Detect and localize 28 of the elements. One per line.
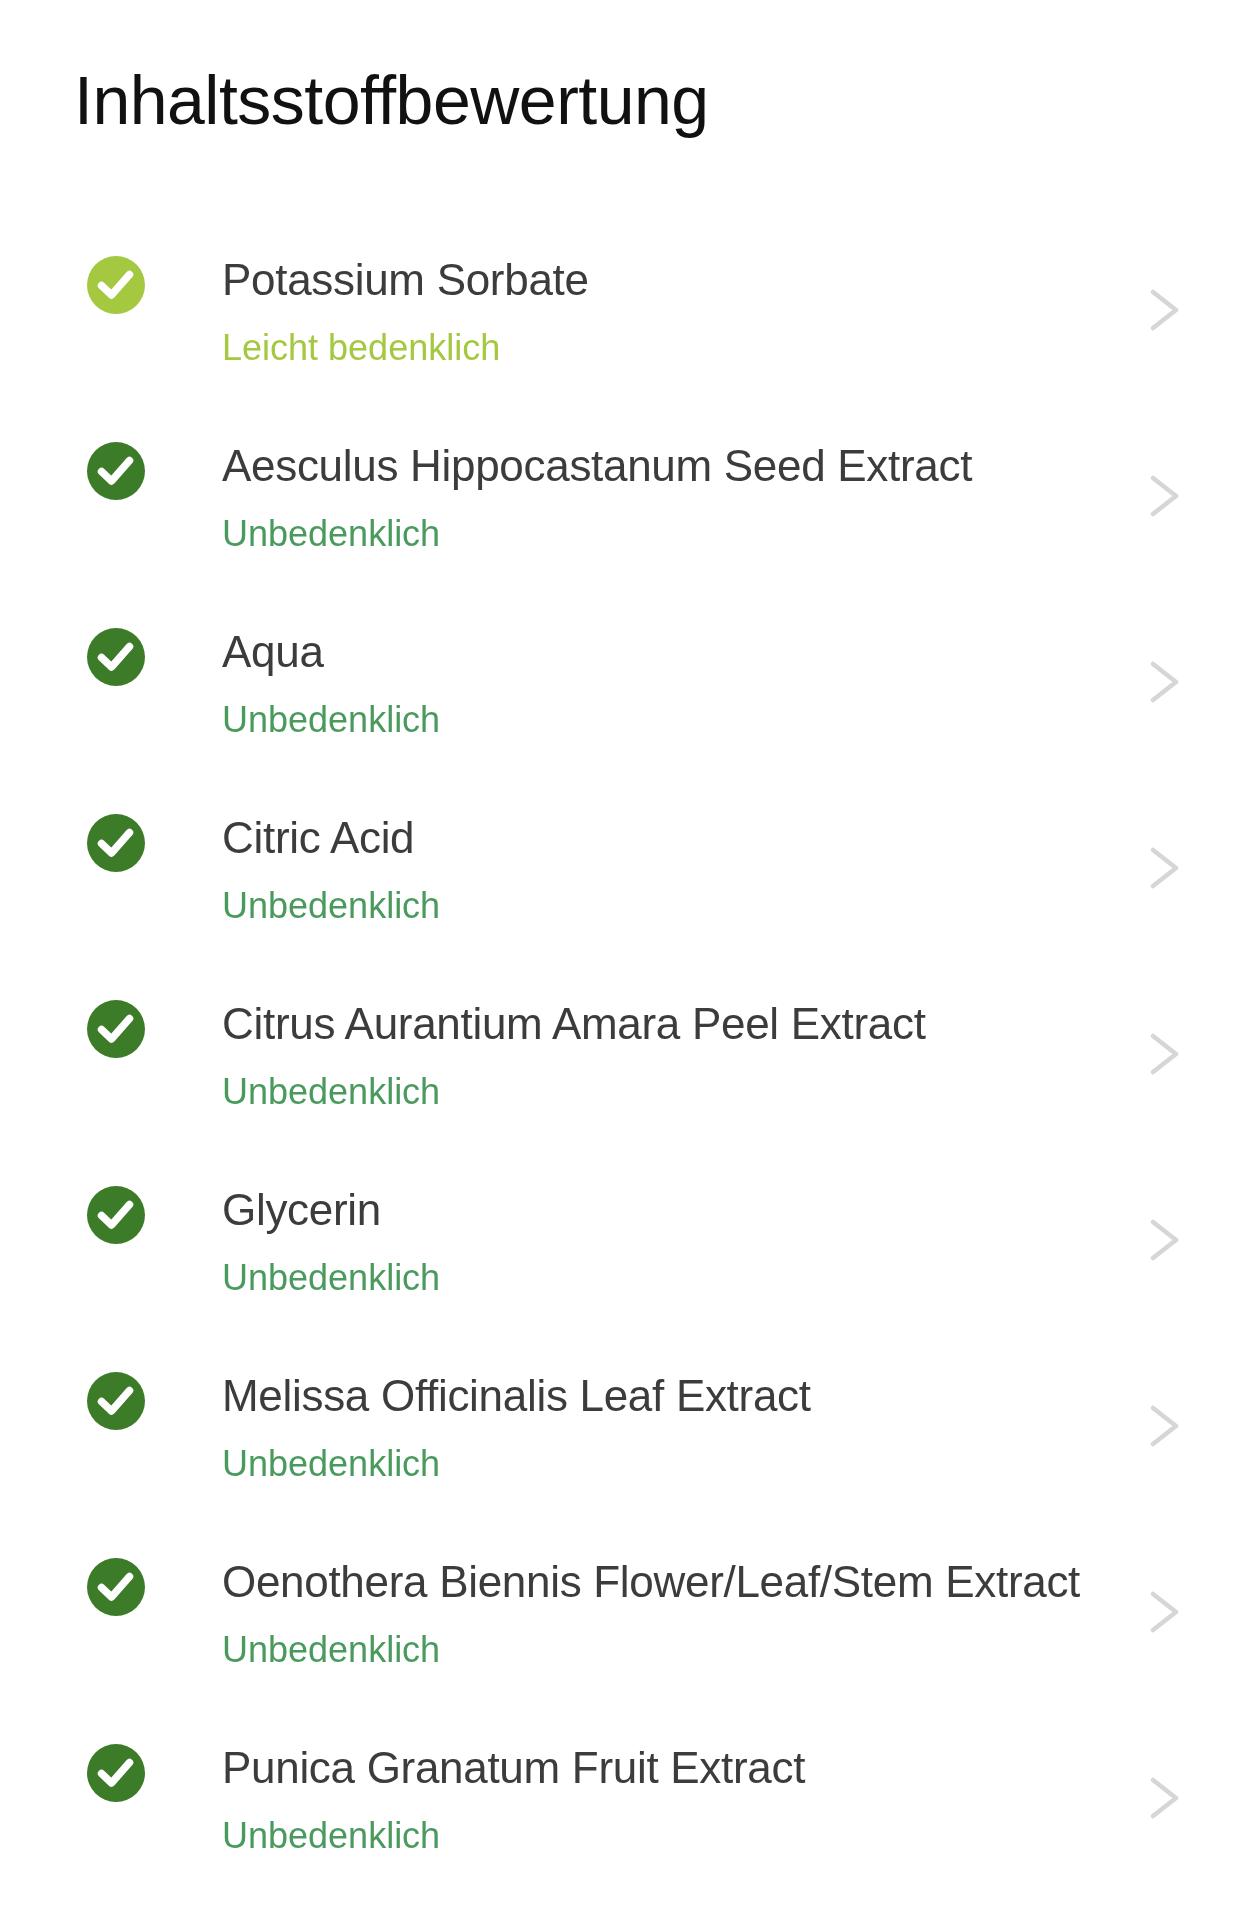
ingredient-name[interactable]: Aesculus Hippocastanum Seed Extract — [222, 440, 973, 492]
chevron-right-icon[interactable] — [1150, 1591, 1179, 1633]
ingredient-name[interactable]: Oenothera Biennis Flower/Leaf/Stem Extract — [222, 1556, 1081, 1608]
ingredient-name[interactable]: Glycerin — [222, 1184, 381, 1236]
ingredient-name[interactable]: Aqua — [222, 626, 324, 678]
ingredient-name[interactable]: Punica Granatum Fruit Extract — [222, 1742, 806, 1794]
ingredient-name[interactable]: Citrus Aurantium Amara Peel Extract — [222, 998, 926, 1050]
rating-label: Unbedenklich — [222, 884, 441, 928]
chevron-right-icon[interactable] — [1150, 1405, 1179, 1447]
rating-label: Unbedenklich — [222, 512, 441, 556]
chevron-right-icon[interactable] — [1150, 1219, 1179, 1261]
rating-label: Unbedenklich — [222, 1070, 441, 1114]
ingredient-name[interactable]: Citric Acid — [222, 812, 415, 864]
ingredient-name[interactable]: Potassium Sorbate — [222, 254, 589, 306]
rating-label: Unbedenklich — [222, 1628, 441, 1672]
page-title: Inhaltsstoffbewertung — [74, 61, 709, 140]
rating-label: Unbedenklich — [222, 698, 441, 742]
ingredient-name[interactable]: Melissa Officinalis Leaf Extract — [222, 1370, 811, 1422]
chevron-right-icon[interactable] — [1150, 475, 1179, 517]
rating-label: Leicht bedenklich — [222, 326, 501, 370]
chevron-right-icon[interactable] — [1150, 1033, 1179, 1075]
rating-label: Unbedenklich — [222, 1256, 441, 1300]
chevron-right-icon[interactable] — [1150, 847, 1179, 889]
rating-label: Unbedenklich — [222, 1442, 441, 1486]
chevron-right-icon[interactable] — [1150, 661, 1179, 703]
chevron-right-icon[interactable] — [1150, 1777, 1179, 1819]
chevron-right-icon[interactable] — [1150, 289, 1179, 331]
rating-label: Unbedenklich — [222, 1814, 441, 1858]
